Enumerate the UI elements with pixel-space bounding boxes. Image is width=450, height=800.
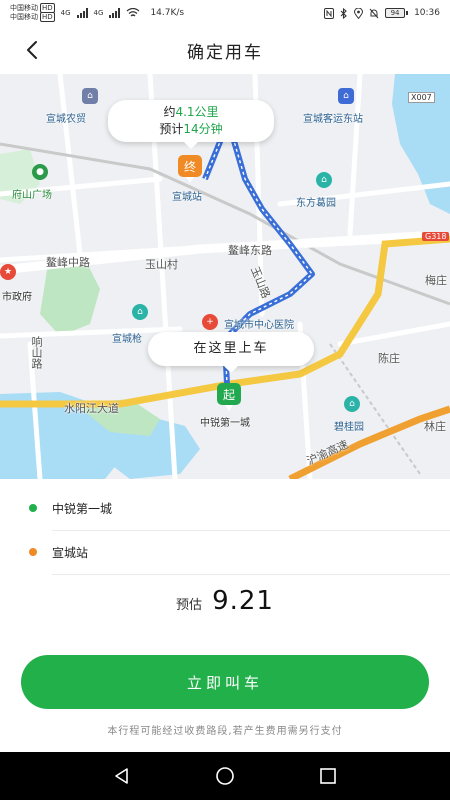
end-marker-badge: 终: [178, 155, 202, 183]
bus-station-pin[interactable]: ⌂: [82, 88, 98, 104]
residential-pin[interactable]: ⌂: [316, 172, 332, 188]
map-label-xiangshan-road: 响山路: [30, 336, 43, 369]
route-distance-value: 4.1公里: [175, 105, 219, 119]
address-list: 中锐第一城 宣城站: [0, 486, 450, 575]
bluetooth-icon: [340, 7, 347, 19]
end-marker[interactable]: 终: [178, 155, 202, 185]
square-recents-icon: [320, 768, 337, 784]
map-label-yushan-village: 玉山村: [145, 258, 178, 271]
location-icon: [354, 7, 364, 19]
start-marker[interactable]: 起: [217, 383, 241, 413]
route-time: 预计14分钟: [159, 122, 223, 136]
map-label-fushan-square: 府山广场: [12, 190, 52, 201]
map-view[interactable]: ⌂ ⌂ ● ⌂ ★ ⌂ + ⌂ 宣城农贸 宣城客运东站 X007 府山广场 宣城…: [0, 74, 450, 479]
status-left: 中国移动 HD 中国移动 HD 4G 4G 14.7K/s: [10, 3, 185, 22]
map-label-zhongrui-city: 中锐第一城: [200, 418, 250, 429]
park-west: [40, 259, 100, 336]
fare-estimate: 预估 9.21: [0, 586, 450, 630]
map-label-chenzhuang: 陈庄: [378, 352, 400, 365]
start-marker-badge: 起: [217, 383, 241, 411]
residential-pin-2[interactable]: ⌂: [344, 396, 360, 412]
map-label-farm-trade: 宣城农贸: [46, 114, 86, 125]
status-bar: 中国移动 HD 中国移动 HD 4G 4G 14.7K/s 94 10:36: [0, 0, 450, 26]
nav-home-button[interactable]: [210, 761, 240, 791]
map-label-hospital: 宣城市中心医院: [224, 320, 294, 331]
map-label-shuiyang-avenue: 水阳江大道: [64, 402, 119, 415]
school-pin[interactable]: ⌂: [132, 304, 148, 320]
call-car-button[interactable]: 立即叫车: [21, 655, 429, 709]
map-label-g318: G318: [422, 232, 450, 241]
system-nav-bar: [0, 752, 450, 800]
page-title: 确定用车: [187, 42, 263, 63]
city-gov-pin[interactable]: ★: [0, 264, 16, 280]
route-distance: 约4.1公里: [163, 105, 219, 119]
carrier-2: 中国移动: [10, 13, 38, 21]
map-label-city-gov: 市政府: [2, 292, 32, 303]
network-type-1: 4G: [60, 9, 71, 17]
park-pin[interactable]: ●: [32, 164, 48, 180]
map-label-linzhuang: 林庄: [424, 420, 446, 433]
circle-home-icon: [216, 767, 234, 785]
map-label-aofeng-middle-road: 鳌峰中路: [46, 256, 90, 269]
network-speed: 14.7K/s: [150, 8, 185, 18]
signal-icon: [76, 8, 88, 18]
start-address-row[interactable]: 中锐第一城: [0, 486, 450, 530]
bell-muted-icon: [369, 8, 379, 18]
toll-note: 本行程可能经过收费路段,若产生费用需另行支付: [107, 726, 343, 737]
end-address-row[interactable]: 宣城站: [0, 530, 450, 574]
map-label-bus-station: 宣城客运东站: [303, 114, 363, 125]
triangle-back-icon: [114, 768, 128, 784]
map-label-meizhuang: 梅庄: [425, 274, 447, 287]
nav-recents-button[interactable]: [313, 761, 343, 791]
bus-station-east-pin[interactable]: ⌂: [338, 88, 354, 104]
map-label-aofeng-east-road: 鳌峰东路: [228, 244, 272, 257]
end-dot-icon: [29, 548, 37, 556]
route-time-value: 14分钟: [183, 122, 223, 136]
header: 确定用车: [0, 26, 450, 74]
signal-icon-2: [109, 8, 121, 18]
network-type-2: 4G: [93, 9, 104, 17]
battery-icon: 94: [385, 8, 409, 18]
hd-badge-2: HD: [40, 12, 55, 22]
pickup-bubble[interactable]: 在这里上车: [148, 332, 314, 373]
map-label-xuancheng-station: 宣城站: [172, 192, 202, 203]
chevron-left-icon: [27, 41, 37, 59]
start-address: 中锐第一城: [52, 501, 113, 516]
map-label-biguiyuan: 碧桂园: [334, 422, 364, 433]
address-divider-bottom: [52, 574, 450, 575]
clock: 10:36: [414, 8, 440, 18]
hospital-pin[interactable]: +: [202, 314, 218, 330]
status-right: 94 10:36: [324, 7, 440, 19]
nfc-icon: [324, 7, 335, 19]
carrier-group: 中国移动 HD 中国移动 HD: [10, 3, 55, 22]
battery-level: 94: [385, 8, 406, 18]
wifi-icon: [127, 8, 140, 17]
route-info-bubble: 约4.1公里 预计14分钟: [108, 100, 274, 149]
end-address: 宣城站: [52, 545, 89, 560]
start-dot-icon: [29, 504, 37, 512]
map-label-dongfang-garden: 东方葛园: [296, 198, 336, 209]
nav-back-button[interactable]: [107, 761, 137, 791]
map-label-school: 宣城枪: [112, 334, 142, 345]
estimate-label: 预估: [176, 598, 203, 613]
estimate-price: 9.21: [212, 586, 274, 616]
map-label-road-code: X007: [408, 92, 435, 103]
carrier-1: 中国移动: [10, 4, 38, 12]
back-button[interactable]: [18, 36, 46, 64]
